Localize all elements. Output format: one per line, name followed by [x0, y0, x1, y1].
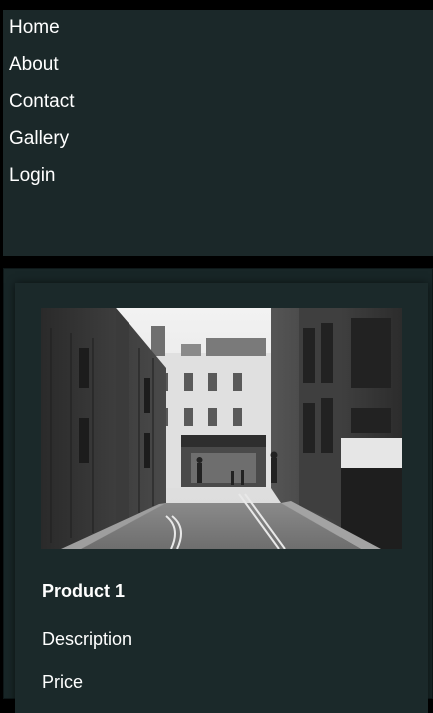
product-description: Description [42, 629, 133, 649]
product-price: Price [42, 672, 84, 692]
nav-item-login[interactable]: Login [3, 166, 433, 203]
nav-item-home[interactable]: Home [3, 18, 433, 55]
product-title: Product 1 [42, 581, 126, 601]
nav-item-about[interactable]: About [3, 55, 433, 92]
street-photo-image [41, 308, 402, 549]
main-nav: Home About Contact Gallery Login [3, 10, 433, 256]
main-content: Product 1 Description Price [3, 268, 433, 713]
nav-item-contact[interactable]: Contact [3, 92, 433, 129]
product-card: Product 1 Description Price [15, 283, 428, 713]
nav-item-gallery[interactable]: Gallery [3, 129, 433, 166]
